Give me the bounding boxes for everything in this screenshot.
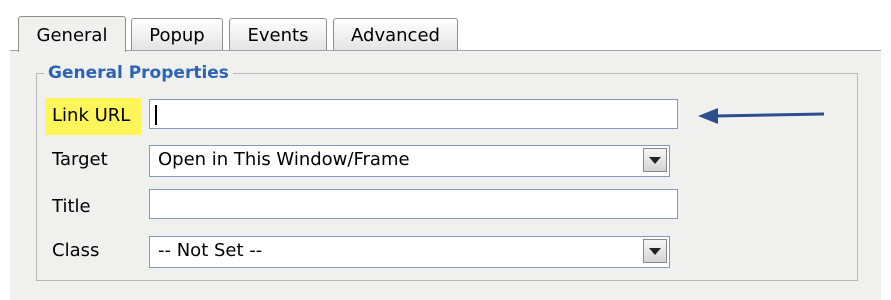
class-select[interactable]: -- Not Set -- [149, 236, 670, 268]
link-url-input[interactable] [149, 99, 678, 129]
title-input[interactable] [149, 189, 678, 219]
text-cursor [155, 105, 157, 125]
chevron-down-icon[interactable] [643, 239, 667, 263]
class-select-value: -- Not Set -- [158, 240, 263, 261]
target-label: Target [52, 149, 108, 170]
tab-events[interactable]: Events [229, 18, 327, 51]
link-url-label: Link URL [52, 105, 131, 126]
group-legend: General Properties [44, 61, 233, 85]
chevron-down-icon[interactable] [643, 148, 667, 172]
tab-general[interactable]: General [18, 16, 126, 52]
class-label: Class [52, 240, 100, 261]
target-select-value: Open in This Window/Frame [158, 149, 410, 170]
tab-advanced[interactable]: Advanced [333, 18, 458, 51]
title-label: Title [52, 196, 91, 217]
left-arrow-icon [698, 108, 825, 124]
target-select[interactable]: Open in This Window/Frame [149, 145, 670, 177]
tab-popup[interactable]: Popup [131, 18, 223, 51]
